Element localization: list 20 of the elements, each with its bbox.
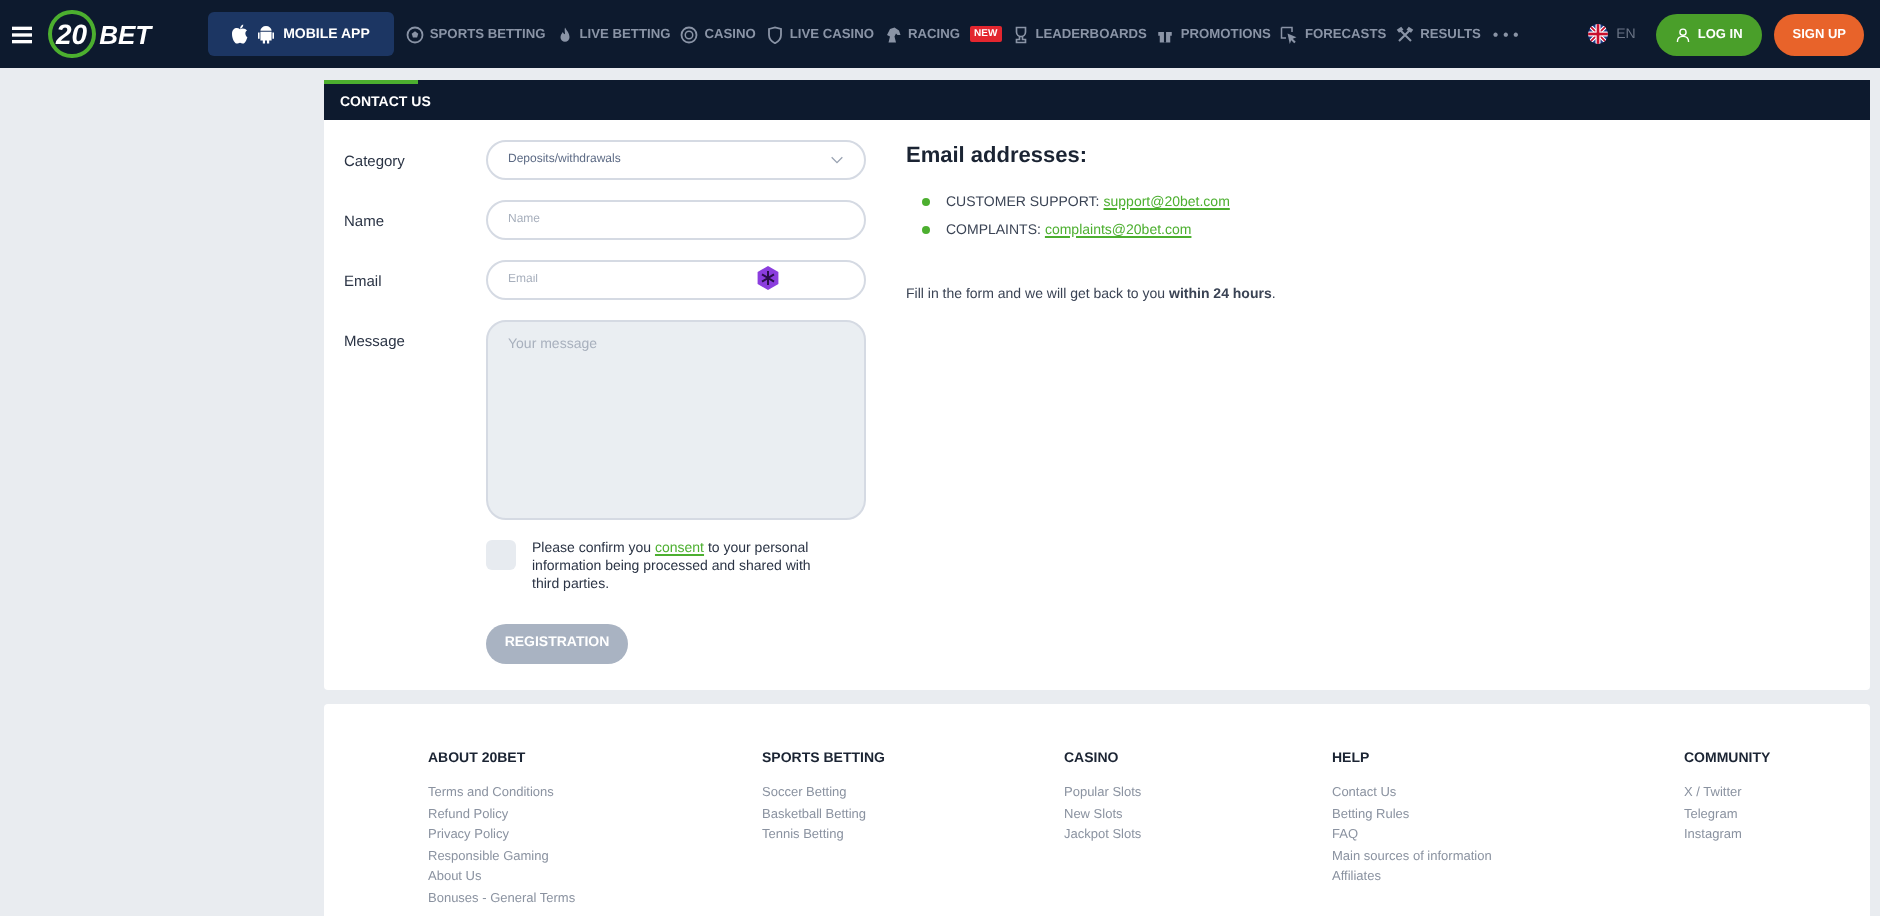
chevron-icon bbox=[830, 156, 844, 164]
menu-icon[interactable] bbox=[12, 25, 32, 43]
bullet-icon bbox=[922, 226, 930, 234]
apple-icon bbox=[231, 24, 248, 44]
cursor-icon bbox=[1280, 25, 1299, 43]
user-icon bbox=[1675, 27, 1690, 41]
hammers-icon bbox=[1396, 25, 1415, 43]
trophy-icon bbox=[1011, 25, 1030, 43]
snowflake-icon[interactable] bbox=[756, 266, 780, 290]
chip-icon bbox=[680, 25, 699, 43]
android-icon bbox=[257, 24, 274, 44]
bullet-icon bbox=[922, 198, 930, 206]
logo[interactable]: 20 BET bbox=[48, 10, 152, 58]
shield-icon bbox=[765, 25, 784, 43]
ball-icon bbox=[405, 25, 424, 43]
more-menu[interactable]: • • • bbox=[1492, 25, 1519, 43]
email-heading: Email addresses: bbox=[906, 144, 1089, 168]
consent-checkbox[interactable] bbox=[486, 540, 516, 570]
flag-icon[interactable] bbox=[1588, 24, 1609, 44]
flame-icon bbox=[555, 25, 574, 43]
